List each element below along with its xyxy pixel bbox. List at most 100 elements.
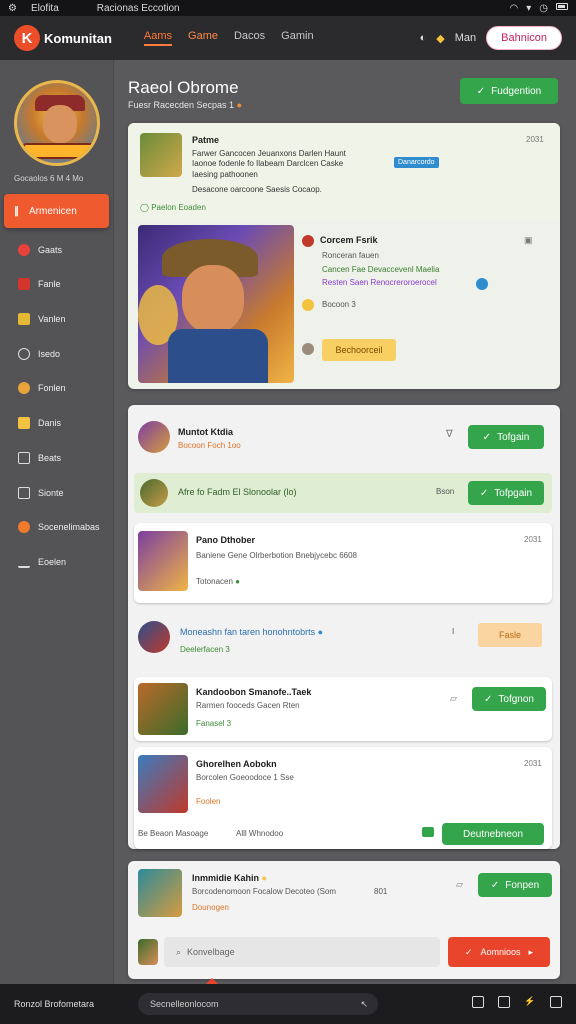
brand-name: Komunitan xyxy=(44,30,112,46)
moon-icon[interactable]: ◐ xyxy=(420,32,427,44)
panel-action-button[interactable]: Bechoorceil xyxy=(322,339,396,361)
item-action-button[interactable]: Fasle xyxy=(478,623,542,647)
comment-meta: Dounogen xyxy=(192,903,229,912)
post-likes[interactable]: ◯ Paelon Eoaden xyxy=(140,203,206,212)
sidebar: Gocaolos 6 M 4 Mo ∥ Armenicen Gaats Fanl… xyxy=(0,60,114,984)
item-line: Baniene Gene Olrberbotion Bnebjycebc 660… xyxy=(196,551,357,560)
item-title: Ghorelhen Aobokn xyxy=(196,759,277,769)
post-line: Iaonoe fodenle fo Ilabeam Darclcen Caske xyxy=(192,159,344,168)
comment-card: Inmmidie Kahin ● Borcodenomoon Focalow D… xyxy=(128,861,560,979)
sidebar-item-3[interactable]: Vanlen xyxy=(18,309,110,329)
list-item[interactable]: Moneashn fan taren honohntobrts ● Deeler… xyxy=(134,611,552,671)
caret-indicator xyxy=(206,978,218,984)
comment-line: Borcodenomoon Focalow Decoteo (Som xyxy=(192,887,337,896)
item-action-button[interactable]: Deutnebneon xyxy=(442,823,544,845)
comment-action-button[interactable]: ✓ Fonpen xyxy=(478,873,552,897)
flag-icon[interactable]: ▱ xyxy=(456,879,463,890)
list-item[interactable]: Afre fo Fadm El Slonoolar (lo) Bson ✓ To… xyxy=(134,473,552,513)
bottom-bar: Ronzol Brofometara Secnelleonlocom ↖ ⚡ xyxy=(0,978,576,1024)
check-icon: ✓ xyxy=(476,85,486,97)
bottom-left-label[interactable]: Ronzol Brofometara xyxy=(14,999,94,1009)
flame-icon xyxy=(18,521,30,533)
panel-count: Bocoon 3 xyxy=(322,300,356,309)
sidebar-item-6[interactable]: Danis xyxy=(18,413,110,433)
home-icon[interactable] xyxy=(498,996,510,1008)
arrow-right-icon: ▸ xyxy=(528,946,534,957)
settings-icon: ⚙ xyxy=(8,2,17,14)
item-subtitle: Deelerfacen 3 xyxy=(180,645,230,654)
puzzle-icon xyxy=(18,452,30,464)
sidebar-item-9[interactable]: Socenelimabas xyxy=(18,517,110,537)
sidebar-item-1[interactable]: Gaats xyxy=(18,240,110,260)
heart-icon xyxy=(18,244,30,256)
list-item[interactable]: Ghorelhen Aobokn Borcolen Goeoodoce 1 Ss… xyxy=(134,747,552,849)
nav-link-1[interactable]: Aams xyxy=(143,30,173,46)
info-icon xyxy=(476,278,488,290)
item-line: Borcolen Goeoodoce 1 Sse xyxy=(196,773,294,782)
panel-line: Ronceran fauen xyxy=(322,251,379,260)
fire-icon xyxy=(18,278,30,290)
panel-author[interactable]: Corcem Fsrik xyxy=(320,235,378,245)
sidebar-item-2[interactable]: Fanle xyxy=(18,274,110,294)
share-icon[interactable]: ⚡ xyxy=(524,996,536,1008)
comment-title: Inmmidie Kahin ● xyxy=(192,873,267,883)
badge-icon[interactable]: ◆ xyxy=(436,32,444,45)
main-content: Raeol Obrome Fuesr Racecden Secpas 1 ● ✓… xyxy=(114,60,576,984)
comment-input[interactable]: ⌕ Konvelbage xyxy=(164,937,440,967)
list-item[interactable]: Pano Dthober Baniene Gene Olrberbotion B… xyxy=(134,523,552,603)
post-author[interactable]: Patme xyxy=(192,135,219,145)
post-date: 2031 xyxy=(526,135,544,144)
app-logo-icon[interactable]: K xyxy=(14,25,40,51)
post-avatar[interactable] xyxy=(140,133,182,177)
expand-icon[interactable] xyxy=(550,996,562,1008)
nav-link-4[interactable]: Gamin xyxy=(281,30,313,46)
comment-date: 801 xyxy=(374,887,388,896)
item-action-button[interactable]: ✓ Tofgain xyxy=(468,425,544,449)
post-card: Patme Farwer Gancocen Jeuanxons Darlen H… xyxy=(128,123,560,389)
sidebar-item-4[interactable]: Isedo xyxy=(18,344,110,364)
nav-links: Aams Game Dacos Gamin xyxy=(143,30,314,46)
smile-icon xyxy=(302,299,314,311)
arrow-icon: ↖ xyxy=(360,998,368,1009)
bottom-search-field[interactable]: Secnelleonlocom ↖ xyxy=(138,993,378,1015)
profile-avatar[interactable] xyxy=(14,80,100,166)
list-item[interactable]: Muntot Ktdia Bocoon Foch 1oo ∇ ✓ Tofgain xyxy=(134,411,552,465)
sidebar-item-5[interactable]: Fonlen xyxy=(18,378,110,398)
send-button[interactable]: ✓ Aomnioos ▸ xyxy=(448,937,550,967)
item-footer-left[interactable]: Be Beaon Masoage xyxy=(138,829,208,838)
panel-line-purple: Resten Saen Renocreroroerocel xyxy=(322,278,437,287)
message-icon[interactable] xyxy=(422,827,434,837)
header-action-button[interactable]: Bahnicon xyxy=(486,26,562,50)
post-tag[interactable]: Danarcordo xyxy=(394,157,439,168)
sidebar-item-8[interactable]: Sionte xyxy=(18,483,110,503)
list-item[interactable]: Kandoobon Smanofe..Taek Rarmen fooceds G… xyxy=(134,677,552,741)
trophy-icon xyxy=(18,417,30,429)
top-navigation: K Komunitan Aams Game Dacos Gamin ◐ ◆ Ma… xyxy=(0,16,576,60)
item-subtitle: Bocoon Foch 1oo xyxy=(178,441,241,450)
flag-icon[interactable]: ▱ xyxy=(450,693,457,704)
wifi-icon: ◠ xyxy=(509,2,519,14)
check-icon: ✓ xyxy=(464,946,473,957)
shield-icon[interactable]: ∇ xyxy=(446,429,453,440)
image-icon[interactable]: ▣ xyxy=(524,235,533,246)
nav-user-label[interactable]: Man xyxy=(455,32,476,44)
primary-action-button[interactable]: ✓ Fudgention xyxy=(460,78,558,104)
gear-icon xyxy=(18,348,30,360)
post-image[interactable] xyxy=(138,225,294,383)
item-footer-mid[interactable]: Alll Whnodoo xyxy=(236,829,283,838)
sidebar-item-7[interactable]: Beats xyxy=(18,448,110,468)
sidebar-item-active[interactable]: ∥ Armenicen xyxy=(4,194,109,228)
item-action-button[interactable]: ✓ Tofgnon xyxy=(472,687,546,711)
battery-icon xyxy=(556,2,568,10)
item-title: Pano Dthober xyxy=(196,535,256,545)
item-action-button[interactable]: ✓ Tofpgain xyxy=(468,481,544,505)
avatar xyxy=(138,621,170,653)
camera-icon[interactable] xyxy=(472,996,484,1008)
nav-link-2[interactable]: Game xyxy=(188,30,218,46)
item-date: 2031 xyxy=(524,759,542,768)
sidebar-item-10[interactable]: Eoelen xyxy=(18,552,110,572)
post-line: Desacone oarcoone Saesis Cocaop. xyxy=(192,185,322,194)
panel-line-green: Cancen Fae Devaccevenl Maelia xyxy=(322,265,440,274)
item-meta: Bson xyxy=(436,487,455,496)
nav-link-3[interactable]: Dacos xyxy=(234,30,265,46)
